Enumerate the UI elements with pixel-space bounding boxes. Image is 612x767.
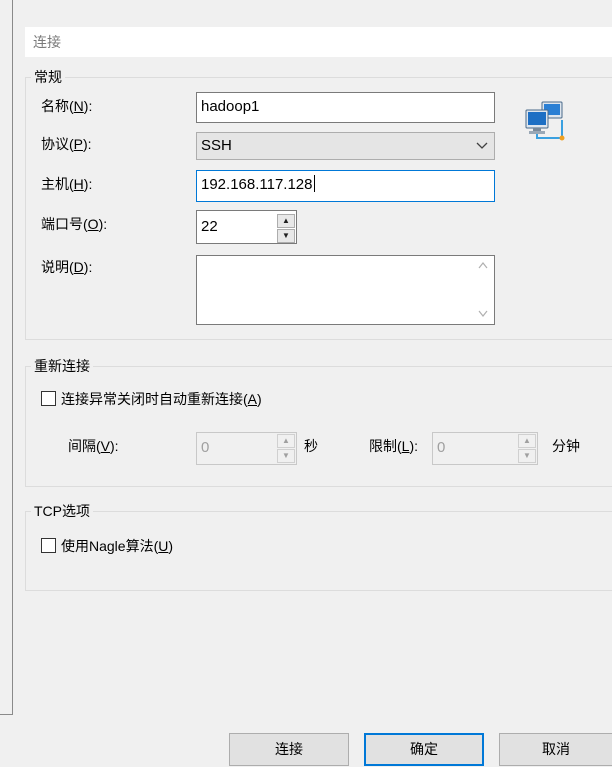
scroll-up-icon[interactable] [478,261,488,272]
reconnect-group [25,366,612,487]
limit-spin-up-button[interactable]: ▲ [518,434,536,448]
protocol-label: 协议(P): [41,136,92,152]
description-label: 说明(D): [41,259,93,275]
network-computers-icon [524,100,568,144]
port-spin-down-button[interactable]: ▼ [277,229,295,243]
nagle-checkbox[interactable] [41,538,56,553]
auto-reconnect-label[interactable]: 连接异常关闭时自动重新连接(A) [61,390,262,408]
text-caret [313,175,315,192]
description-textarea[interactable] [196,255,495,325]
scroll-down-icon[interactable] [478,309,488,320]
left-panel-edge [0,0,13,715]
port-spin-up-button[interactable]: ▲ [277,214,295,228]
ok-button[interactable]: 确定 [364,733,484,766]
limit-unit: 分钟 [552,438,580,454]
name-input[interactable]: hadoop1 [196,92,495,123]
tcp-group-title: TCP选项 [31,503,93,519]
interval-unit: 秒 [304,438,318,454]
cancel-button[interactable]: 取消 [499,733,612,766]
section-header: 连接 [25,27,612,57]
limit-spin-down-button[interactable]: ▼ [518,449,536,463]
host-input[interactable]: 192.168.117.128 [196,170,495,202]
interval-label: 间隔(V): [68,438,119,454]
interval-spin-up-button[interactable]: ▲ [277,434,295,448]
chevron-down-icon [476,133,488,159]
host-label: 主机(H): [41,176,93,192]
protocol-value: SSH [201,137,232,154]
port-label: 端口号(O): [41,216,108,232]
protocol-select[interactable]: SSH [196,132,495,160]
interval-spin-down-button[interactable]: ▼ [277,449,295,463]
name-label: 名称(N): [41,98,93,114]
limit-label: 限制(L): [369,438,419,454]
general-group-title: 常规 [31,69,65,85]
nagle-label[interactable]: 使用Nagle算法(U) [61,537,173,555]
reconnect-group-title: 重新连接 [31,358,93,374]
connect-button[interactable]: 连接 [229,733,349,766]
auto-reconnect-checkbox[interactable] [41,391,56,406]
